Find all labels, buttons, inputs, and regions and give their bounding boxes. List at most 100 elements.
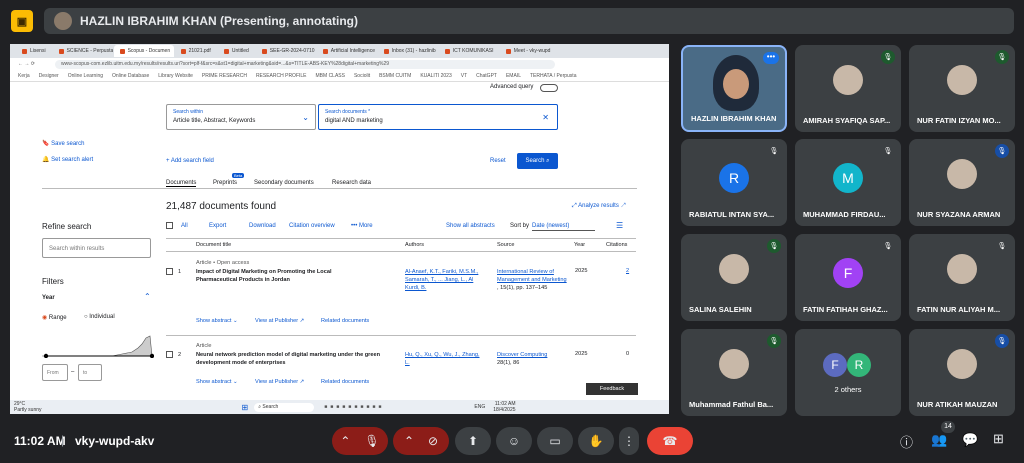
more-options-button[interactable]: ⋮ xyxy=(619,427,639,455)
year-from-placeholder: From xyxy=(47,370,59,376)
tile-more-icon[interactable]: ••• xyxy=(763,52,779,64)
emoji-icon: ☺ xyxy=(507,434,521,448)
bookmark-item: Library Website xyxy=(158,72,193,79)
list-view-icon: ☰ xyxy=(616,221,624,230)
participant-tile[interactable]: 🎙 NUR FATIN IZYAN MO... xyxy=(909,45,1015,132)
scopus-page: Advanced query Search within Article tit… xyxy=(10,82,669,400)
select-all-checkbox xyxy=(166,222,173,229)
browser-tab: Inbox (31) - hazlinib xyxy=(378,45,438,57)
participant-name: 2 others xyxy=(834,385,862,394)
url-field: www-scopus-com.ezlib.uitm.edu.my/results… xyxy=(54,59,555,69)
camera-toggle[interactable]: ⌃ ⊘ xyxy=(393,427,449,455)
leave-call-button[interactable]: ☎ xyxy=(647,427,693,455)
mic-muted-icon: 🎙 xyxy=(995,50,1009,64)
taskbar-apps-icon: ■■■■■■■■■■ xyxy=(324,404,385,410)
show-abstract-link: Show abstract ⌄ xyxy=(196,379,238,385)
presenter-banner-text: HAZLIN IBRAHIM KHAN (Presenting, annotat… xyxy=(80,14,358,28)
present-button[interactable]: ⬆ xyxy=(455,427,491,455)
row-authors: Al-Anaef, K.T., Fariki, M.S.M., Samarah,… xyxy=(405,269,479,291)
tab-favicon-icon xyxy=(383,48,389,54)
row-doc-type: Article • Open access xyxy=(196,260,250,266)
mic-muted-icon: 🎙 xyxy=(881,50,895,64)
participant-tile[interactable]: 🎙 Muhammad Fathul Ba... xyxy=(681,329,787,416)
tab-favicon-icon xyxy=(444,48,450,54)
raise-hand-button[interactable]: ✋ xyxy=(578,427,614,455)
participant-tile[interactable]: ••• HAZLIN IBRAHIM KHAN xyxy=(681,45,787,132)
table-row: 1 Article • Open access Impact of Digita… xyxy=(166,260,636,330)
bookmark-item: Designer xyxy=(38,72,59,79)
participant-tile[interactable]: 🎙 FATIN NUR ALIYAH M... xyxy=(909,234,1015,321)
chevron-down-icon: ⌄ xyxy=(302,113,309,122)
browser-tab: Meet - vky-wupd xyxy=(500,45,557,57)
participant-name: FATIN FATIHAH GHAZ... xyxy=(803,305,888,314)
download-link: Download xyxy=(249,223,276,229)
browser-tab: 21021.pdf xyxy=(175,45,217,57)
participant-name: NUR ATIKAH MAUZAN xyxy=(917,400,998,409)
bookmark-item: MBM CLASS xyxy=(315,72,345,79)
row-year: 2025 xyxy=(575,351,588,357)
row-citations: 0 xyxy=(626,351,630,357)
participant-avatar xyxy=(947,65,977,95)
tab-favicon-icon xyxy=(261,48,267,54)
tabs-divider xyxy=(42,188,637,189)
more-link: ••• More xyxy=(351,223,373,229)
captions-button[interactable]: ▭ xyxy=(537,427,573,455)
presenter-banner: HAZLIN IBRAHIM KHAN (Presenting, annotat… xyxy=(44,8,1014,34)
meeting-code: vky-wupd-akv xyxy=(75,434,155,448)
tab-favicon-icon xyxy=(22,48,27,54)
mic-off-icon: 🎙 xyxy=(364,434,380,448)
tab-preprints: Preprints xyxy=(213,180,238,186)
bookmark-item: RESEARCH PROFILE xyxy=(255,72,307,79)
activities-icon[interactable]: ⊞ xyxy=(993,431,1004,447)
weather-widget: 29°C Partly sunny xyxy=(14,401,42,413)
presenter-avatar xyxy=(54,12,72,30)
reactions-button[interactable]: ☺ xyxy=(496,427,532,455)
year-from-input: From xyxy=(42,364,68,381)
advanced-query-label: Advanced query xyxy=(490,84,534,90)
taskbar-clock: 11:02 AM 18/4/2025 xyxy=(493,401,516,413)
related-documents-link: Related documents xyxy=(321,318,370,324)
year-to-input: to xyxy=(78,364,102,381)
top-bar: ▣ HAZLIN IBRAHIM KHAN (Presenting, annot… xyxy=(0,0,1024,40)
participant-tile[interactable]: R 🎙 RABIATUL INTAN SYA... xyxy=(681,139,787,226)
show-abstract-link: Show abstract ⌄ xyxy=(196,318,238,324)
tab-favicon-icon xyxy=(58,48,64,54)
browser-tab-label: Untitled xyxy=(231,48,249,54)
participant-tile[interactable]: 🎙 NUR ATIKAH MAUZAN xyxy=(909,329,1015,416)
mic-toggle[interactable]: ⌃ 🎙 xyxy=(332,427,388,455)
participant-name: NUR FATIN IZYAN MO... xyxy=(917,116,1001,125)
tab-favicon-icon xyxy=(180,48,186,54)
participant-avatar xyxy=(947,254,977,284)
mic-muted-icon: 🎙 xyxy=(769,148,779,155)
refine-search-heading: Refine search xyxy=(42,222,92,231)
beta-badge: Beta xyxy=(232,173,245,178)
search-documents-input: Search documents * digital AND marketing… xyxy=(318,104,558,130)
participant-tile[interactable]: FR 2 others xyxy=(795,329,901,416)
row-source: Discover Computing 28(1), 86 xyxy=(497,352,548,366)
info-icon[interactable]: ⓘ xyxy=(900,432,913,451)
participant-tile[interactable]: 🎙 NUR SYAZANA ARMAN xyxy=(909,139,1015,226)
bookmark-item: PRIME RESEARCH xyxy=(201,72,247,79)
participant-tile[interactable]: F 🎙 FATIN FATIHAH GHAZ... xyxy=(795,234,901,321)
participant-tile[interactable]: 🎙 SALINA SALEHIN xyxy=(681,234,787,321)
chat-icon[interactable]: 💬 xyxy=(962,432,978,448)
presenter-face xyxy=(723,69,749,99)
browser-tab: SEE-GR-2024-0710 xyxy=(256,45,316,57)
browser-tab: Untitled xyxy=(218,45,255,57)
search-documents-label: Search documents * xyxy=(325,109,371,115)
participant-tile[interactable]: M 🎙 MUHAMMAD FIRDAU... xyxy=(795,139,901,226)
mic-muted-icon: 🎙 xyxy=(767,334,781,348)
individual-radio: ○ Individual xyxy=(84,314,115,320)
show-all-abstracts: Show all abstracts xyxy=(446,223,495,229)
meet-bottom-bar: 11:02 AM | vky-wupd-akv ⌃ 🎙 ⌃ ⊘ ⬆ ☺ ▭ ✋ ⋮ … xyxy=(0,418,1024,463)
browser-tabs: Lisensi SCIENCE - Perpusta Scopus - Docume… xyxy=(10,44,669,58)
participant-avatar xyxy=(833,65,863,95)
view-publisher-link: View at Publisher ↗ xyxy=(255,379,305,385)
tab-favicon-icon xyxy=(223,48,229,54)
people-icon[interactable]: 👥 xyxy=(931,432,947,448)
browser-tab: Lisensi xyxy=(16,45,52,57)
participant-tile[interactable]: 🎙 AMIRAH SYAFIQA SAP... xyxy=(795,45,901,132)
row-citations: 2 xyxy=(626,268,630,274)
people-count-badge: 14 xyxy=(941,421,955,433)
meeting-time: 11:02 AM xyxy=(14,434,66,448)
